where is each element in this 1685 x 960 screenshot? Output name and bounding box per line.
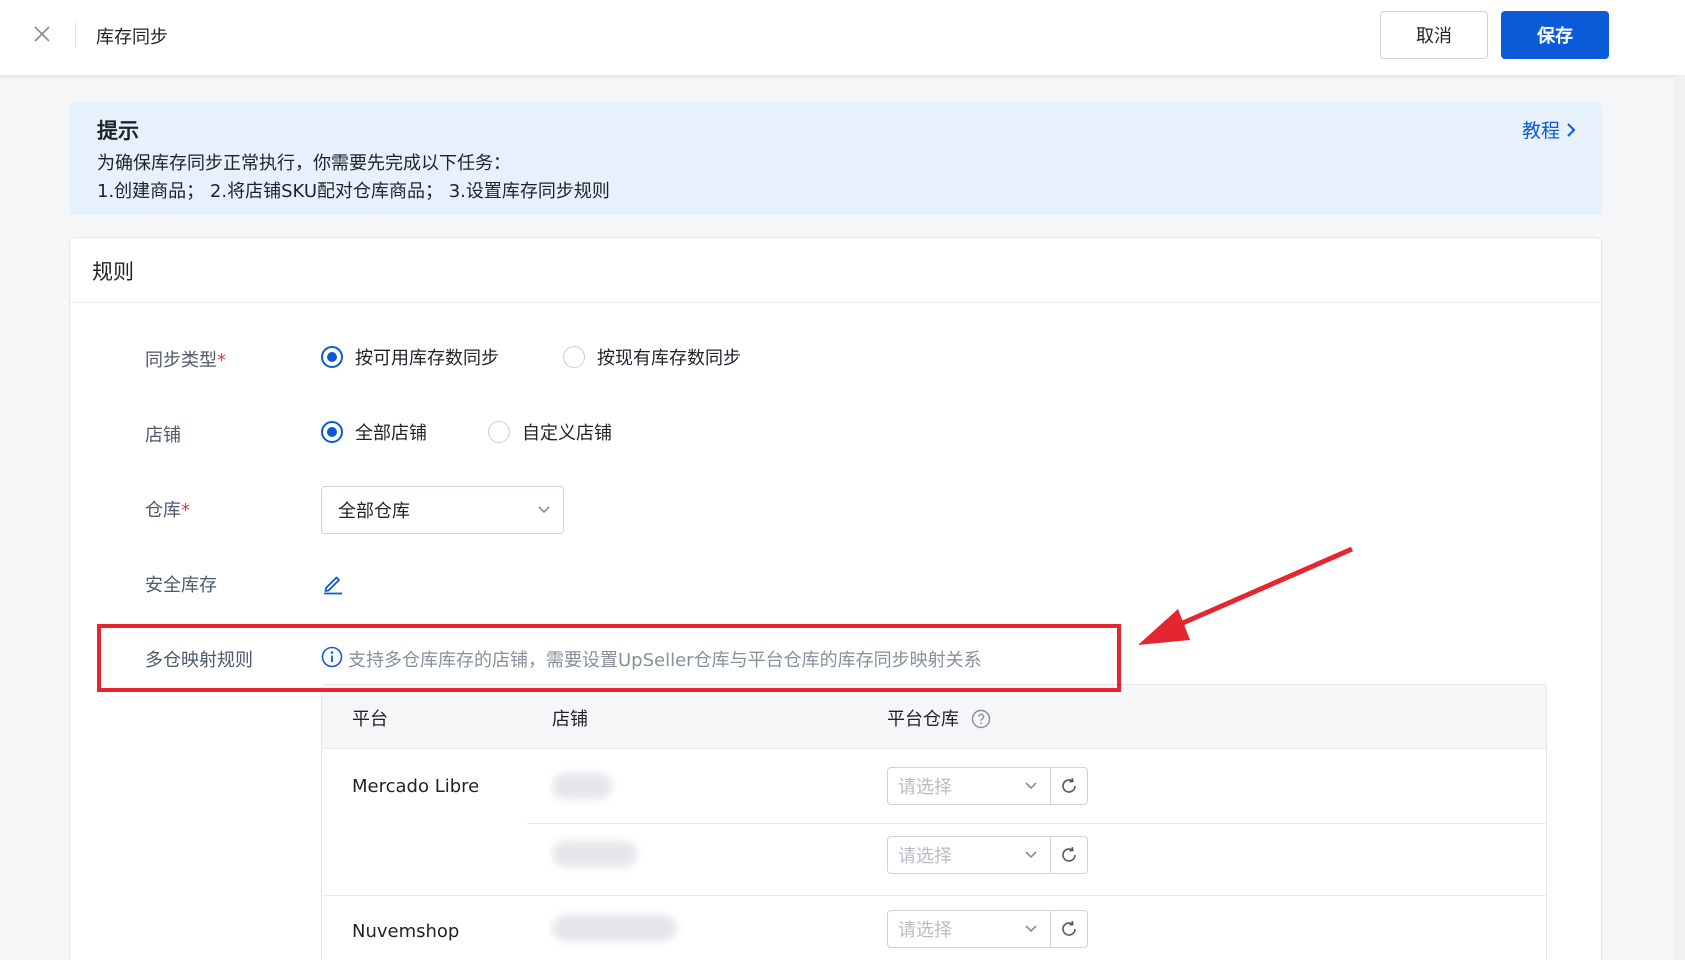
store-label: 店铺: [145, 425, 181, 446]
radio-all-stores[interactable]: 全部店铺: [321, 419, 427, 445]
chevron-right-icon: [1567, 122, 1576, 137]
column-header-platform: 平台: [352, 709, 388, 730]
radio-onhand-stock[interactable]: 按现有库存数同步: [563, 344, 741, 370]
radio-label: 按可用库存数同步: [355, 348, 499, 369]
platform-warehouse-select[interactable]: 请选择: [887, 836, 1051, 874]
page-title: 库存同步: [96, 27, 168, 48]
warehouse-select[interactable]: 全部仓库: [321, 486, 564, 534]
top-bar: 库存同步 取消 保存: [0, 0, 1685, 75]
select-placeholder: 请选择: [898, 920, 952, 941]
rules-divider: [70, 302, 1601, 303]
column-header-text: 平台仓库: [887, 709, 959, 730]
row-divider: [527, 823, 1546, 824]
platform-warehouse-select[interactable]: 请选择: [887, 767, 1051, 805]
select-placeholder: 请选择: [898, 846, 952, 867]
radio-custom-stores[interactable]: 自定义店铺: [488, 419, 612, 445]
chevron-down-icon: [1025, 851, 1037, 859]
required-mark: *: [217, 350, 226, 371]
warehouse-label-text: 仓库: [145, 500, 181, 521]
close-icon[interactable]: [30, 22, 54, 46]
radio-checked-icon: [321, 421, 343, 443]
radio-unchecked-icon: [488, 421, 510, 443]
edit-icon[interactable]: [321, 571, 345, 595]
tutorial-link-label: 教程: [1521, 120, 1560, 142]
tip-title: 提示: [97, 119, 139, 143]
select-placeholder: 请选择: [898, 777, 952, 798]
safety-stock-label: 安全库存: [145, 575, 217, 596]
refresh-icon: [1062, 778, 1076, 793]
tip-banner: 提示 为确保库存同步正常执行，你需要先完成以下任务： 1.创建商品； 2.将店铺…: [69, 102, 1602, 215]
radio-checked-icon: [321, 346, 343, 368]
chevron-down-icon: [1025, 782, 1037, 790]
refresh-button[interactable]: [1050, 836, 1088, 874]
row-divider: [322, 895, 1546, 896]
store-name-blurred: [552, 915, 677, 941]
radio-label: 自定义店铺: [522, 423, 612, 444]
sync-type-label-text: 同步类型: [145, 350, 217, 371]
sync-type-label: 同步类型*: [145, 346, 226, 372]
platform-warehouse-select[interactable]: 请选择: [887, 910, 1051, 948]
radio-available-stock[interactable]: 按可用库存数同步: [321, 344, 499, 370]
platform-name: Mercado Libre: [352, 776, 480, 797]
tip-text-line-1: 为确保库存同步正常执行，你需要先完成以下任务：: [97, 153, 511, 174]
refresh-button[interactable]: [1050, 767, 1088, 805]
radio-unchecked-icon: [563, 346, 585, 368]
radio-label: 全部店铺: [355, 423, 427, 444]
refresh-icon: [1062, 921, 1076, 936]
save-button[interactable]: 保存: [1501, 11, 1609, 59]
chevron-down-icon: [538, 506, 550, 514]
question-circle-icon[interactable]: [971, 709, 991, 729]
tip-text-line-2: 1.创建商品； 2.将店铺SKU配对仓库商品； 3.设置库存同步规则: [97, 181, 610, 202]
store-name-blurred: [552, 841, 637, 867]
required-mark: *: [181, 500, 190, 521]
platform-name: Nuvemshop: [352, 921, 460, 942]
table-header: 平台 店铺 平台仓库: [322, 685, 1546, 749]
warehouse-label: 仓库*: [145, 496, 190, 522]
cancel-button[interactable]: 取消: [1380, 11, 1488, 59]
refresh-button[interactable]: [1050, 910, 1088, 948]
rules-title: 规则: [92, 260, 134, 284]
store-name-blurred: [552, 773, 612, 799]
tutorial-link[interactable]: 教程: [1522, 116, 1578, 143]
rules-card: 规则 同步类型* 按可用库存数同步 按现有库存数同步 店铺 全部店铺 自定义店铺…: [69, 237, 1602, 960]
refresh-icon: [1062, 847, 1076, 862]
radio-label: 按现有库存数同步: [597, 348, 741, 369]
warehouse-select-value: 全部仓库: [338, 501, 410, 522]
mapping-table: 平台 店铺 平台仓库 Mercado Libre 请选择 请选择 Nuvemsh…: [321, 684, 1547, 960]
column-header-store: 店铺: [552, 709, 588, 730]
column-header-platform-warehouse: 平台仓库: [887, 705, 991, 731]
highlight-annotation-box: [97, 624, 1121, 692]
page-scrollbar[interactable]: [1675, 75, 1685, 960]
annotation-arrow-icon: [1138, 546, 1354, 645]
chevron-down-icon: [1025, 925, 1037, 933]
header-divider: [75, 22, 76, 48]
